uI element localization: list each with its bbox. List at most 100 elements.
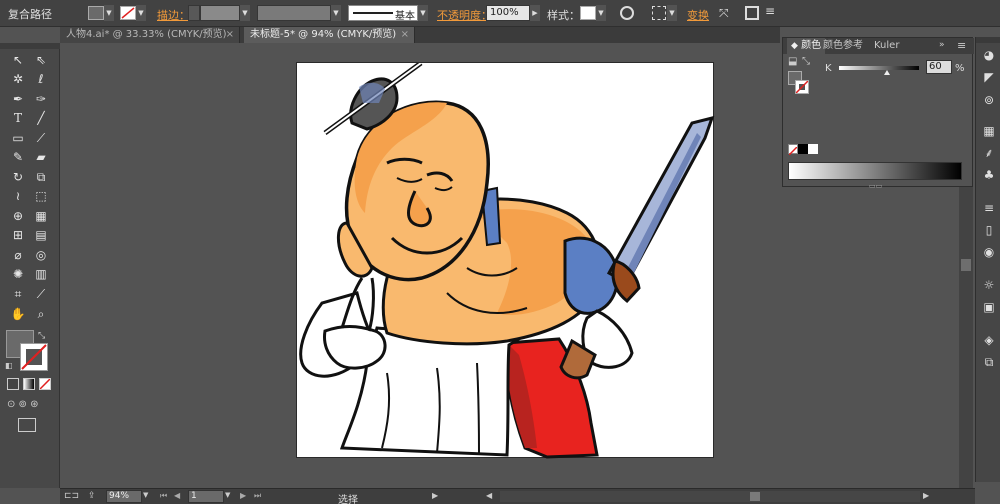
artboard-number-input[interactable]: 1 xyxy=(188,490,224,503)
stroke-weight-input[interactable] xyxy=(200,5,240,21)
screen-mode-icon[interactable] xyxy=(18,418,36,432)
share-icon[interactable]: ⇪ xyxy=(88,491,96,501)
width-tool-icon[interactable]: ≀ xyxy=(8,187,28,205)
artboard[interactable] xyxy=(296,60,715,459)
dock-header[interactable] xyxy=(976,37,1000,43)
none-mode-icon[interactable] xyxy=(39,378,51,390)
artboards-icon[interactable]: ⧉ xyxy=(981,354,997,370)
stroke-dropdown-arrow[interactable]: ▼ xyxy=(136,5,146,21)
color-palette-icon[interactable]: ◕ xyxy=(981,47,997,63)
layers-icon[interactable]: ◈ xyxy=(981,332,997,348)
type-tool-icon[interactable]: T xyxy=(8,109,28,127)
close-icon[interactable]: × xyxy=(226,27,234,43)
prev-artboard-icon[interactable]: ◀ xyxy=(174,491,180,500)
horizontal-scroll-thumb[interactable] xyxy=(750,492,760,501)
drawing-modes-icon[interactable]: ⊙ ⊚ ⊛ xyxy=(7,399,51,411)
variable-width-profile[interactable] xyxy=(257,5,331,21)
vertical-scroll-thumb[interactable] xyxy=(961,259,971,271)
transform-link[interactable]: 变换 xyxy=(687,7,709,23)
tab-document-2[interactable]: 未标题-5* @ 94% (CMYK/预览) × xyxy=(244,27,415,43)
artboard-dropdown-arrow[interactable]: ▼ xyxy=(225,491,230,499)
curvature-icon[interactable]: ✑ xyxy=(31,90,51,108)
shape-builder-icon[interactable]: ⊕ xyxy=(8,207,28,225)
scroll-left-arrow[interactable]: ◀ xyxy=(486,491,492,500)
stroke-swatch[interactable] xyxy=(120,6,136,20)
artboard-nav-icon[interactable]: ⊏⊐ xyxy=(64,491,79,501)
fill-dropdown-arrow[interactable]: ▼ xyxy=(104,5,114,21)
panel-resize-handle[interactable]: ▭▭ xyxy=(869,182,882,190)
artboard-tool-icon[interactable]: ⌗ xyxy=(8,285,28,303)
isolate-icon[interactable]: ⤧ xyxy=(719,6,733,20)
gradient-mode-icon[interactable] xyxy=(23,378,35,390)
color-stroke-swatch[interactable] xyxy=(795,80,809,94)
graphic-styles-icon[interactable]: ▣ xyxy=(981,299,997,315)
swatches-icon[interactable]: ▦ xyxy=(981,123,997,139)
k-slider-thumb[interactable] xyxy=(884,70,890,75)
transparency-icon[interactable]: ◉ xyxy=(981,244,997,260)
graphic-style-swatch[interactable] xyxy=(580,6,596,20)
symbol-sprayer-icon[interactable]: ✺ xyxy=(8,265,28,283)
swap-colors-icon[interactable]: ⤡ xyxy=(802,56,810,67)
brush-definition[interactable]: 基本 xyxy=(348,5,418,22)
free-transform-icon[interactable]: ⬚ xyxy=(31,187,51,205)
align-dropdown-arrow[interactable]: ▼ xyxy=(667,5,677,21)
symbols-icon[interactable]: ♣ xyxy=(981,167,997,183)
kuler-icon[interactable]: ⊚ xyxy=(981,92,997,108)
column-graph-icon[interactable]: ▥ xyxy=(31,265,51,283)
zoom-tool-icon[interactable]: ⌕ xyxy=(31,305,51,323)
next-artboard-icon[interactable]: ▶ xyxy=(240,491,246,500)
perspective-grid-icon[interactable]: ▦ xyxy=(31,207,51,225)
last-artboard-icon[interactable]: ⏭ xyxy=(254,491,261,501)
hand-tool-icon[interactable]: ✋ xyxy=(8,305,28,323)
paintbrush-icon[interactable]: ⟋ xyxy=(31,129,51,147)
lasso-icon[interactable]: ℓ xyxy=(31,70,51,88)
k-slider-track[interactable] xyxy=(839,66,919,70)
style-dropdown-arrow[interactable]: ▼ xyxy=(596,5,606,21)
tab-document-1[interactable]: 人物4.ai* @ 33.33% (CMYK/预览) × xyxy=(60,27,240,43)
color-guide-icon[interactable]: ◤ xyxy=(981,69,997,85)
opacity-dropdown-arrow[interactable]: ▶ xyxy=(530,5,540,21)
mesh-icon[interactable]: ⊞ xyxy=(8,226,28,244)
k-value-input[interactable]: 60 xyxy=(926,60,952,74)
isolate-group-icon[interactable] xyxy=(745,6,759,20)
stroke-color-box[interactable] xyxy=(20,343,48,371)
black-swatch[interactable] xyxy=(798,144,808,154)
status-menu-arrow[interactable]: ▶ xyxy=(432,491,438,500)
eyedropper-icon[interactable]: ⌀ xyxy=(8,246,28,264)
brushes-icon[interactable]: ⸙ xyxy=(981,145,997,161)
profile-dropdown-arrow[interactable]: ▼ xyxy=(331,5,341,21)
default-colors-icon[interactable]: ⬓ xyxy=(788,56,797,67)
stroke-label[interactable]: 描边： xyxy=(157,7,190,23)
none-swatch[interactable] xyxy=(788,144,798,156)
tools-panel-header[interactable] xyxy=(0,43,60,49)
rectangle-tool-icon[interactable]: ▭ xyxy=(8,129,28,147)
gradient-panel-icon[interactable]: ▯ xyxy=(981,222,997,238)
scale-icon[interactable]: ⧉ xyxy=(31,168,51,186)
recolor-artwork-icon[interactable] xyxy=(620,6,634,20)
fill-swatch[interactable] xyxy=(88,6,104,20)
opacity-label[interactable]: 不透明度： xyxy=(437,7,492,23)
first-artboard-icon[interactable]: ⏮ xyxy=(160,491,167,501)
zoom-dropdown-arrow[interactable]: ▼ xyxy=(143,491,148,499)
stroke-icon[interactable]: ≡ xyxy=(981,200,997,216)
collapse-icon[interactable]: » xyxy=(939,40,945,50)
rotate-icon[interactable]: ↻ xyxy=(8,168,28,186)
align-icon[interactable] xyxy=(652,6,666,20)
swap-colors-icon[interactable]: ⤡ xyxy=(38,331,48,341)
magic-wand-icon[interactable]: ✲ xyxy=(8,70,28,88)
stroke-weight-stepper[interactable] xyxy=(188,5,200,21)
opacity-input[interactable]: 100% xyxy=(486,5,530,21)
selection-tool-icon[interactable]: ↖ xyxy=(8,51,28,69)
panel-menu-icon[interactable]: ≡ xyxy=(765,4,779,18)
direct-selection-tool-icon[interactable]: ⇖ xyxy=(31,51,51,69)
horizontal-scrollbar[interactable] xyxy=(500,491,920,502)
color-spectrum-bar[interactable] xyxy=(788,162,962,180)
scroll-right-arrow[interactable]: ▶ xyxy=(923,491,929,500)
line-tool-icon[interactable]: ╱ xyxy=(31,109,51,127)
default-colors-icon[interactable]: ◧ xyxy=(5,361,15,371)
zoom-input[interactable]: 94% xyxy=(106,490,142,503)
tab-color-guide[interactable]: 颜色参考 xyxy=(819,38,867,54)
pen-tool-icon[interactable]: ✒ xyxy=(8,90,28,108)
white-swatch[interactable] xyxy=(808,144,818,154)
close-icon[interactable]: × xyxy=(401,27,409,43)
